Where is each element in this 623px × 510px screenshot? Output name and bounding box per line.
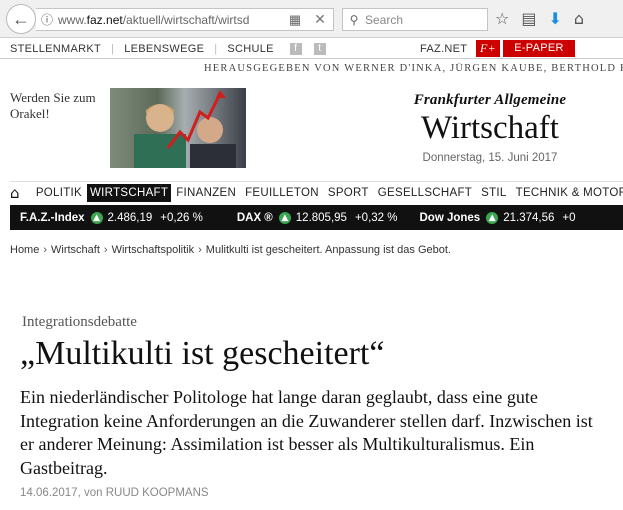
- search-input[interactable]: ⚲ Search: [342, 8, 488, 31]
- top-nav: STELLENMARKT | LEBENSWEGE | SCHULE f t F…: [0, 39, 623, 59]
- reader-view-icon[interactable]: ▦: [283, 12, 307, 28]
- breadcrumb-current: Mulitkulti ist gescheitert. Anpassung is…: [205, 244, 451, 256]
- ticker-value: 2.486,19: [107, 211, 153, 224]
- arrow-up-icon: ▲: [278, 211, 291, 224]
- search-placeholder: Search: [365, 12, 404, 27]
- download-icon[interactable]: ⬇: [548, 9, 561, 28]
- arrow-left-icon: ←: [12, 8, 30, 29]
- article-headline: „Multikulti ist gescheitert“: [20, 335, 385, 372]
- browser-toolbar: ← ⓘ www.faz.net/aktuell/wirtschaft/wirts…: [0, 0, 623, 38]
- nav-stil[interactable]: STIL: [477, 187, 511, 199]
- breadcrumb: Home › Wirtschaft › Wirtschaftspolitik › Mulit…: [10, 244, 451, 256]
- ticker-value: 21.374,56: [503, 211, 555, 224]
- ticker-change: +0,26 %: [160, 211, 203, 224]
- divider: |: [214, 43, 218, 55]
- masthead[interactable]: Frankfurter Allgemeine Wirtschaft Donner…: [390, 92, 590, 164]
- article-lead: Ein niederländischer Politologe hat lang…: [20, 387, 593, 478]
- nav-wirtschaft[interactable]: WIRTSCHAFT: [87, 183, 172, 202]
- bookmark-star-icon[interactable]: ☆: [495, 9, 509, 28]
- teaser-line: Orakel!: [10, 106, 50, 121]
- chevron-right-icon: ›: [43, 244, 48, 256]
- nav-technik-motor[interactable]: TECHNIK & MOTOR: [512, 187, 623, 199]
- byline-connector: , von: [77, 487, 106, 499]
- arrow-up-icon: ▲: [90, 211, 103, 224]
- breadcrumb-wirtschaftspolitik[interactable]: Wirtschaftspolitik: [112, 244, 195, 256]
- chevron-right-icon: ›: [198, 244, 202, 256]
- market-ticker: F.A.Z.-Index ▲ 2.486,19 +0,26 % DAX ® ▲ …: [10, 205, 623, 230]
- main-nav: ⌂ POLITIK WIRTSCHAFT FINANZEN FEUILLETON…: [10, 181, 623, 203]
- back-button[interactable]: ←: [6, 4, 36, 34]
- nav-politik[interactable]: POLITIK: [32, 187, 86, 199]
- teaser-image[interactable]: [110, 88, 246, 168]
- ticker-name: F.A.Z.-Index: [20, 211, 85, 224]
- chevron-right-icon: ›: [103, 244, 108, 256]
- home-icon[interactable]: ⌂: [10, 184, 20, 202]
- ticker-entry[interactable]: Dow Jones ▲ 21.374,56 +0: [419, 211, 576, 224]
- ticker-entry[interactable]: DAX ® ▲ 12.805,95 +0,32 %: [236, 211, 398, 224]
- article-date: 14.06.2017: [20, 487, 78, 499]
- newspaper-name: Frankfurter Allgemeine: [413, 92, 567, 108]
- reading-list-icon[interactable]: ▤: [521, 9, 536, 28]
- nav-schule[interactable]: SCHULE: [227, 43, 273, 55]
- nav-feuilleton[interactable]: FEUILLETON: [241, 187, 323, 199]
- epaper-button[interactable]: E-PAPER: [503, 40, 575, 57]
- breadcrumb-wirtschaft[interactable]: Wirtschaft: [51, 244, 100, 256]
- divider: |: [111, 43, 115, 55]
- ticker-change: +0: [562, 211, 576, 224]
- search-icon: ⚲: [349, 12, 359, 27]
- close-icon[interactable]: ✕: [307, 12, 333, 28]
- twitter-icon[interactable]: t: [313, 43, 326, 55]
- masthead-date: Donnerstag, 15. Juni 2017: [422, 152, 558, 164]
- oracle-teaser-text[interactable]: Werden Sie zum Orakel!: [10, 90, 96, 122]
- ticker-value: 12.805,95: [295, 211, 347, 224]
- ticker-change: +0,32 %: [354, 211, 398, 224]
- article-byline: 14.06.2017, von RUUD KOOPMANS: [20, 487, 209, 499]
- fplus-logo[interactable]: F+: [476, 40, 500, 57]
- toolbar-icons: ☆ ▤ ⬇ ⌂: [495, 9, 584, 28]
- url-text: www.faz.net/aktuell/wirtschaft/wirtsd: [58, 12, 250, 27]
- ticker-name: DAX ®: [236, 211, 273, 224]
- nav-stellenmarkt[interactable]: STELLENMARKT: [10, 43, 101, 55]
- facebook-icon[interactable]: f: [289, 43, 302, 55]
- nav-finanzen[interactable]: FINANZEN: [172, 187, 240, 199]
- arrow-up-icon: ▲: [486, 211, 499, 224]
- address-bar[interactable]: ⓘ www.faz.net/aktuell/wirtschaft/wirtsd …: [36, 8, 334, 31]
- ticker-entry[interactable]: F.A.Z.-Index ▲ 2.486,19 +0,26 %: [20, 211, 203, 224]
- article-author[interactable]: RUUD KOOPMANS: [106, 487, 209, 499]
- section-title: Wirtschaft: [421, 110, 559, 146]
- nav-sport[interactable]: SPORT: [324, 187, 373, 199]
- home-icon[interactable]: ⌂: [574, 9, 584, 28]
- article-kicker: Integrationsdebatte: [22, 314, 137, 330]
- teaser-chart-graphic: [134, 90, 236, 168]
- publisher-line: HERAUSGEGEBEN VON WERNER D'INKA, JÜRGEN …: [204, 63, 623, 74]
- teaser-line: Werden Sie zum: [10, 90, 96, 105]
- breadcrumb-home[interactable]: Home: [10, 244, 39, 256]
- faz-net-link[interactable]: FAZ.NET: [420, 43, 467, 55]
- nav-gesellschaft[interactable]: GESELLSCHAFT: [374, 187, 476, 199]
- info-icon[interactable]: ⓘ: [36, 11, 58, 28]
- ticker-name: Dow Jones: [419, 211, 481, 224]
- nav-lebenswege[interactable]: LEBENSWEGE: [124, 43, 204, 55]
